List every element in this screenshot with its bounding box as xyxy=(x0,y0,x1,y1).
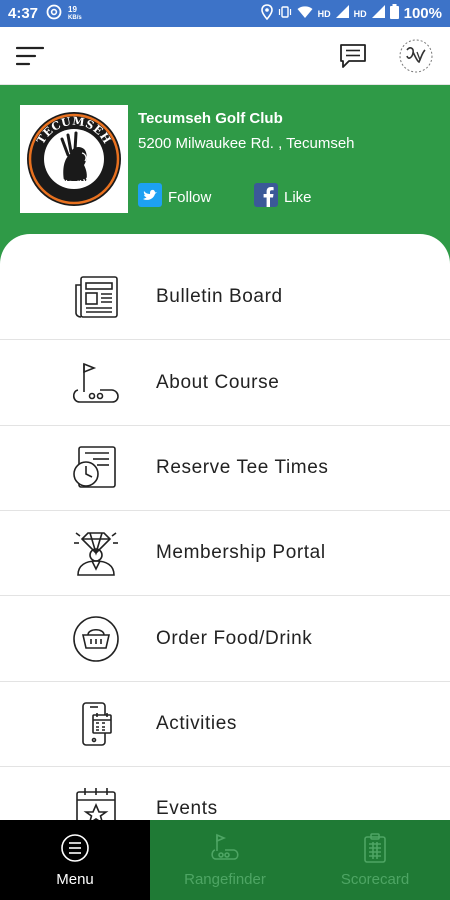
clipboard-icon xyxy=(361,832,389,867)
twitter-icon xyxy=(138,183,162,211)
club-logo: TECUMSEH GOLF CLUB xyxy=(20,105,128,213)
menu-item-order-food-drink[interactable]: Order Food/Drink xyxy=(0,597,450,682)
tab-rangefinder[interactable]: Rangefinder xyxy=(150,820,300,900)
location-icon xyxy=(260,3,273,24)
events-calendar-icon xyxy=(70,783,122,820)
menu-item-label: Bulletin Board xyxy=(156,286,283,307)
food-basket-icon xyxy=(70,613,122,665)
menu-item-label: Membership Portal xyxy=(156,542,326,563)
status-time: 4:37 xyxy=(8,5,39,22)
tab-label: Menu xyxy=(56,870,94,888)
network-type-b: HD xyxy=(353,8,367,19)
network-type-a: HD xyxy=(317,8,331,19)
menu-item-label: Order Food/Drink xyxy=(156,628,313,649)
member-diamond-icon xyxy=(70,527,122,579)
golf-flag-icon xyxy=(70,357,122,409)
menu-item-bulletin-board[interactable]: Bulletin Board xyxy=(0,255,450,340)
follow-label: Follow xyxy=(168,188,212,206)
bottom-nav: Menu Rangefinder Scorecard xyxy=(0,820,450,900)
battery-icon xyxy=(389,4,399,23)
club-header: TECUMSEH GOLF CLUB Tecumseh Golf Club 52… xyxy=(0,85,450,245)
wifi-icon xyxy=(297,5,313,23)
golf-cart-icon xyxy=(209,833,241,867)
menu-item-label: Reserve Tee Times xyxy=(156,457,329,478)
menu-item-membership-portal[interactable]: Membership Portal xyxy=(0,511,450,596)
menu-item-label: Events xyxy=(156,798,218,819)
at-sign-icon xyxy=(46,4,62,24)
app-bar xyxy=(0,27,450,85)
menu-item-label: About Course xyxy=(156,372,280,393)
newspaper-icon xyxy=(70,271,122,323)
signal-icon-a xyxy=(335,5,349,22)
club-monogram-avatar[interactable] xyxy=(398,38,434,74)
club-address: 5200 Milwaukee Rd. , Tecumseh xyxy=(138,135,355,152)
speed-unit: KB/s xyxy=(68,14,82,21)
twitter-follow-button[interactable]: Follow xyxy=(138,183,211,211)
app-screen: 4:37 19 KB/s HD HD 100% TECUMSEH GOLF CL… xyxy=(0,0,450,900)
menu-circle-icon xyxy=(60,833,90,867)
status-bar: 4:37 19 KB/s HD HD 100% xyxy=(0,0,450,27)
calendar-clock-icon xyxy=(70,442,122,494)
tab-label: Scorecard xyxy=(340,870,410,888)
facebook-icon xyxy=(254,183,278,211)
tab-menu[interactable]: Menu xyxy=(0,820,150,900)
menu-item-about-course[interactable]: About Course xyxy=(0,341,450,426)
vibrate-icon xyxy=(278,5,292,23)
menu-item-activities[interactable]: Activities xyxy=(0,682,450,767)
menu-item-label: Activities xyxy=(156,713,237,734)
facebook-like-button[interactable]: Like xyxy=(254,183,312,211)
speed-value: 19 xyxy=(68,4,77,14)
signal-icon-b xyxy=(371,5,385,22)
chat-icon[interactable] xyxy=(338,42,368,70)
tab-label: Rangefinder xyxy=(184,870,266,888)
phone-calendar-icon xyxy=(70,698,122,750)
network-speed: 19 KB/s xyxy=(68,4,82,22)
like-label: Like xyxy=(284,188,312,206)
menu-item-events[interactable]: Events xyxy=(0,767,450,820)
club-name: Tecumseh Golf Club xyxy=(138,110,283,127)
hamburger-menu-icon[interactable] xyxy=(16,45,44,67)
menu-item-reserve-tee-times[interactable]: Reserve Tee Times xyxy=(0,426,450,511)
battery-percent: 100% xyxy=(403,5,442,22)
tab-scorecard[interactable]: Scorecard xyxy=(300,820,450,900)
menu-list: Bulletin Board About Course Reserve Tee … xyxy=(0,234,450,820)
